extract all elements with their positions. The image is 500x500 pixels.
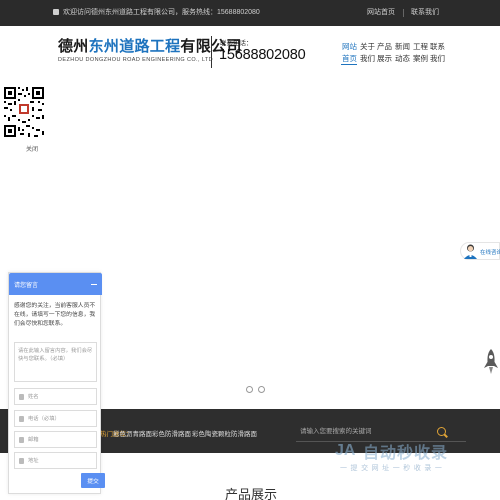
online-service-button[interactable]: 在线咨询 <box>460 242 500 260</box>
logo-title[interactable]: 德州东州道路工程有限公司 <box>58 35 242 56</box>
top-link-home[interactable]: 网站首页 <box>367 0 395 26</box>
nav-news-top[interactable]: 新闻 <box>395 41 410 52</box>
header-divider <box>211 36 212 68</box>
qr-code <box>3 86 45 138</box>
watermark: JA 自动秒收录 一 提 交 网 址 一 秒 收 录 一 <box>335 437 485 477</box>
slider-dot-2[interactable] <box>258 386 265 393</box>
address-field <box>14 452 97 469</box>
home-icon <box>53 9 59 16</box>
phone-label: 联系电话： <box>220 40 253 47</box>
hot-item-1[interactable]: 彩色沥青路面 <box>113 428 152 438</box>
watermark-subtitle: 一 提 交 网 址 一 秒 收 录 一 <box>340 465 443 472</box>
nav-projects-bottom[interactable]: 案例 <box>413 53 428 64</box>
top-bar: 欢迎访问德州东州道路工程有限公司，服务热线：15688802080 网站首页 联… <box>0 0 500 26</box>
search-input[interactable] <box>300 426 420 436</box>
nav-products-bottom[interactable]: 展示 <box>377 53 392 64</box>
service-avatar-icon <box>464 244 477 259</box>
phone-input[interactable] <box>28 415 94 423</box>
email-field <box>14 431 97 448</box>
hot-item-2[interactable]: 彩色防滑路面 <box>152 428 191 438</box>
page: 欢迎访问德州东州道路工程有限公司，服务热线：15688802080 网站首页 联… <box>0 0 500 500</box>
message-panel-intro: 感谢您的关注，当前客服人员不在线，请填写一下您的信息，我们会尽快和您联系。 <box>14 303 96 327</box>
nav-active-underline <box>341 64 357 65</box>
logo-subtitle: DEZHOU DONGZHOU ROAD ENGINEERING CO., LT… <box>58 57 214 63</box>
nav-news-bottom[interactable]: 动态 <box>395 53 410 64</box>
top-link-divider <box>403 9 404 17</box>
user-icon <box>19 394 24 400</box>
qr-close-button[interactable]: 关闭 <box>26 144 38 153</box>
slider-dot-1[interactable] <box>246 386 253 393</box>
nav-contact-top[interactable]: 联系 <box>430 41 445 52</box>
address-input[interactable] <box>28 457 94 465</box>
nav-home-bottom[interactable]: 首页 <box>342 53 357 64</box>
search-icon[interactable] <box>437 427 446 436</box>
logo-title-part1: 德州 <box>58 38 89 55</box>
watermark-logo-icon: JA <box>335 442 356 458</box>
message-textarea-box <box>14 342 97 382</box>
name-field <box>14 388 97 405</box>
nav-about-bottom[interactable]: 我们 <box>360 53 375 64</box>
nav-projects-top[interactable]: 工程 <box>413 41 428 52</box>
nav-about-top[interactable]: 关于 <box>360 41 375 52</box>
message-panel: 请您留言 感谢您的关注，当前客服人员不在线，请填写一下您的信息，我们会尽快和您联… <box>8 272 105 494</box>
message-panel-title: 请您留言 <box>14 283 39 289</box>
phone-number: 15688802080 <box>219 47 306 63</box>
name-input[interactable] <box>28 393 94 401</box>
header: 德州东州道路工程有限公司 DEZHOU DONGZHOU ROAD ENGINE… <box>0 26 500 78</box>
location-icon <box>19 458 24 464</box>
back-to-top-rocket-icon[interactable] <box>483 348 499 376</box>
watermark-title: 自动秒收录 <box>363 445 449 462</box>
logo-title-highlight: 东州道路工程 <box>88 38 181 55</box>
online-service-label: 在线咨询 <box>480 250 500 256</box>
section-title: 产品展示 <box>225 487 278 500</box>
nav-home-top[interactable]: 网站 <box>342 41 357 52</box>
top-link-contact[interactable]: 联系我们 <box>411 0 439 26</box>
nav-products-top[interactable]: 产品 <box>377 41 392 52</box>
phone-field <box>14 410 97 427</box>
email-icon <box>19 437 24 443</box>
welcome-text: 欢迎访问德州东州道路工程有限公司，服务热线：15688802080 <box>53 0 260 26</box>
hot-item-3[interactable]: 彩色陶瓷颗粒防滑路面 <box>192 428 257 438</box>
minimize-icon[interactable] <box>91 284 97 285</box>
email-input[interactable] <box>28 436 94 444</box>
svg-text:JA: JA <box>335 442 356 458</box>
submit-button[interactable]: 提交 <box>81 473 105 488</box>
nav-contact-bottom[interactable]: 我们 <box>430 53 445 64</box>
welcome-label: 欢迎访问德州东州道路工程有限公司，服务热线：15688802080 <box>63 9 260 16</box>
phone-icon <box>19 416 24 422</box>
message-panel-header: 请您留言 <box>9 273 102 295</box>
message-textarea[interactable] <box>18 347 94 379</box>
